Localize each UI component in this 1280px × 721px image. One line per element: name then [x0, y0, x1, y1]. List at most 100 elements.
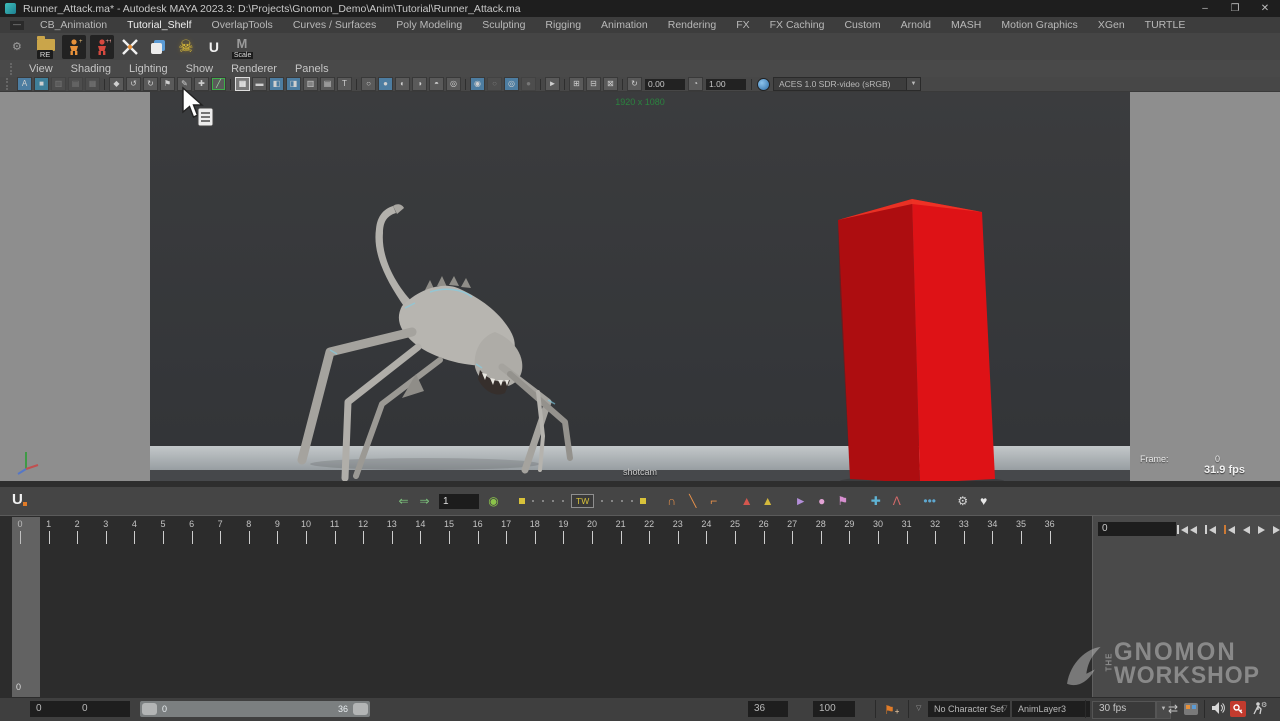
maximize-button[interactable]: ❐	[1220, 0, 1250, 17]
shotcam-view[interactable]: 1920 x 1080 shotcam	[150, 92, 1130, 481]
cached-playback-icon[interactable]	[1184, 703, 1198, 715]
refresh-icon[interactable]: ↻	[627, 77, 642, 91]
saved-layouts-icon[interactable]: ▬	[252, 77, 267, 91]
camera-rotate-right-icon[interactable]: ↻	[143, 77, 158, 91]
selection-mask-icon[interactable]: ▦	[85, 77, 100, 91]
time-ruler[interactable]: 0123456789101112131415161718192021222324…	[8, 516, 1088, 698]
single-pane-layout-icon[interactable]: ▦	[235, 77, 250, 91]
selection-mask-icon[interactable]: ▥	[51, 77, 66, 91]
playback-speed-dropdown[interactable]: 30 fps	[1092, 701, 1156, 719]
tween-step-dot[interactable]	[601, 500, 603, 502]
tween-step-dot[interactable]	[631, 500, 633, 502]
panel-menu-shading[interactable]: Shading	[62, 63, 120, 75]
panel-menu-panels[interactable]: Panels	[286, 63, 338, 75]
gate-mask-icon[interactable]: ⊟	[586, 77, 601, 91]
tween-step-dot[interactable]	[542, 500, 544, 502]
duplicate-shelf-button[interactable]	[146, 35, 170, 59]
play-backwards-button[interactable]	[1239, 523, 1254, 536]
pane-layout-right-icon[interactable]: ◨	[286, 77, 301, 91]
textured-shading-icon[interactable]: ◐	[395, 77, 410, 91]
auto-keyframe-toggle[interactable]	[1230, 701, 1246, 717]
shelf-tab-tutorial-shelf[interactable]: Tutorial_Shelf	[117, 18, 201, 32]
camera-icon[interactable]: ◆	[109, 77, 124, 91]
character-orange-shelf-button[interactable]: +	[62, 35, 86, 59]
animbot-frame-field[interactable]: 1	[439, 494, 479, 509]
current-time-field[interactable]: 0	[1098, 522, 1176, 536]
pan-zoom-icon[interactable]: ✚	[194, 77, 209, 91]
motion-trail-icon[interactable]: Λ	[888, 487, 905, 515]
ease-curve-icon[interactable]: ∩	[663, 487, 680, 515]
favorites-heart-icon[interactable]: ♥	[975, 487, 992, 515]
scale-shelf-button[interactable]: M Scale	[230, 35, 254, 59]
animbot-shelf-button[interactable]: U	[202, 35, 226, 59]
shelf-tab-custom[interactable]: Custom	[834, 18, 890, 32]
gamma-icon[interactable]: ◔	[688, 77, 703, 91]
close-button[interactable]: ✕	[1250, 0, 1280, 17]
animation-preferences-button[interactable]: ⚙	[1252, 701, 1267, 717]
shelf-tab-poly-modeling[interactable]: Poly Modeling	[386, 18, 472, 32]
pane-layout-split-icon[interactable]: ▥	[303, 77, 318, 91]
shelf-tab-fx[interactable]: FX	[726, 18, 759, 32]
use-lights-icon[interactable]: ◑	[412, 77, 427, 91]
insert-key-red-icon[interactable]: ▲	[738, 487, 755, 515]
character-set-menu-icon[interactable]: ▽	[916, 701, 921, 717]
selection-mask-icon[interactable]: ▤	[68, 77, 83, 91]
film-gate-icon[interactable]: ⊠	[603, 77, 618, 91]
select-by-object-mask-icon[interactable]: A	[17, 77, 32, 91]
minimize-button[interactable]: –	[1190, 0, 1220, 17]
image-plane-icon[interactable]: ✎	[177, 77, 192, 91]
smooth-shading-icon[interactable]: ●	[378, 77, 393, 91]
tween-step-dot[interactable]	[532, 500, 534, 502]
color-management-icon[interactable]	[757, 78, 770, 91]
chevron-down-icon[interactable]: ▼	[907, 77, 921, 91]
panel-menu-view[interactable]: View	[20, 63, 62, 75]
previous-key-arrow-icon[interactable]: ⇐	[395, 487, 412, 515]
tween-stop-icon[interactable]	[640, 498, 646, 504]
resolution-gate-icon[interactable]: ⊞	[569, 77, 584, 91]
shelf-tab-animation[interactable]: Animation	[591, 18, 658, 32]
more-options-icon[interactable]: •••	[921, 487, 938, 515]
default-material-icon[interactable]: ●	[521, 77, 536, 91]
shelf-tab-motion-graphics[interactable]: Motion Graphics	[991, 18, 1087, 32]
viewport[interactable]: 1920 x 1080 shotcam Frame: 0 31.9 fps	[0, 92, 1280, 481]
panel-menu-lighting[interactable]: Lighting	[120, 63, 177, 75]
shelf-tab-arnold[interactable]: Arnold	[891, 18, 941, 32]
tween-stop-icon[interactable]	[519, 498, 525, 504]
xray-icon[interactable]: ○	[487, 77, 502, 91]
playback-end-field[interactable]: 36	[748, 701, 788, 717]
tween-step-dot[interactable]	[621, 500, 623, 502]
playback-start-field[interactable]: 0	[76, 701, 130, 717]
next-key-arrow-icon[interactable]: ⇒	[416, 487, 433, 515]
shelf-tab-rigging[interactable]: Rigging	[535, 18, 591, 32]
animbot-logo[interactable]: U	[12, 491, 23, 508]
shadows-icon[interactable]: ◓	[429, 77, 444, 91]
animation-end-field[interactable]: 100	[813, 701, 855, 717]
camera-bookmark-icon[interactable]: ⚑	[160, 77, 175, 91]
grease-pencil-icon[interactable]: ╱	[211, 77, 226, 91]
step-back-key-button[interactable]	[1220, 523, 1239, 536]
bookmark-key-button[interactable]: ⚑+	[884, 701, 899, 717]
gamma-field[interactable]: 1.00	[706, 79, 746, 90]
shelf-gear-icon[interactable]: ⚙	[12, 40, 22, 53]
outliner-pane-icon[interactable]: T	[337, 77, 352, 91]
panel-menu-renderer[interactable]: Renderer	[222, 63, 286, 75]
grip-handle[interactable]	[6, 78, 12, 90]
exposure-field[interactable]: 0.00	[645, 79, 685, 90]
range-end-handle[interactable]	[353, 703, 368, 715]
wireframe-shading-icon[interactable]: ○	[361, 77, 376, 91]
tween-step-dot[interactable]	[611, 500, 613, 502]
cross-arrows-shelf-button[interactable]	[118, 35, 142, 59]
power-toggle-icon[interactable]: ◉	[485, 487, 502, 515]
linear-curve-icon[interactable]: ╲	[684, 487, 701, 515]
pose-flag-icon[interactable]: ⚑	[834, 487, 851, 515]
play-forwards-button[interactable]	[1254, 523, 1269, 536]
isolate-select-icon[interactable]: ◉	[470, 77, 485, 91]
tween-step-dot[interactable]	[552, 500, 554, 502]
camera-rotate-left-icon[interactable]: ↺	[126, 77, 141, 91]
wireframe-on-shaded-icon[interactable]: ◎	[504, 77, 519, 91]
shelf-tab-sculpting[interactable]: Sculpting	[472, 18, 535, 32]
time-slider[interactable]: 0123456789101112131415161718192021222324…	[0, 515, 1092, 698]
anim-layer-dropdown[interactable]: AnimLayer3	[1012, 701, 1090, 717]
range-start-handle[interactable]	[142, 703, 157, 715]
shelf-tabs-menu-icon[interactable]: —	[10, 21, 24, 30]
